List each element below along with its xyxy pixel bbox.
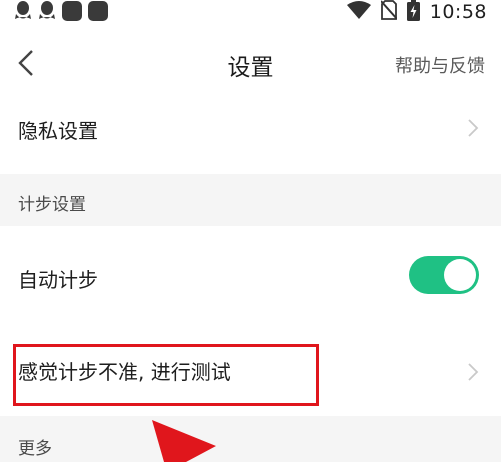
auto-step-label: 自动计步 [18, 268, 98, 292]
highlight-box [13, 344, 319, 406]
status-bar: 10:58 [0, 0, 501, 26]
privacy-settings-row[interactable]: 隐私设置 [0, 96, 501, 160]
system-icons: 10:58 [346, 0, 487, 25]
privacy-settings-label: 隐私设置 [18, 119, 98, 143]
chevron-right-icon [467, 118, 479, 138]
help-feedback-link[interactable]: 帮助与反馈 [395, 52, 485, 78]
section-header: 计步设置 [18, 195, 86, 215]
qq-icon [14, 1, 32, 21]
qq-icon [38, 1, 56, 21]
auto-step-row: 自动计步 [0, 226, 501, 326]
step-settings-section: 计步设置 [0, 174, 501, 226]
auto-step-toggle[interactable] [409, 256, 479, 294]
app-icon [88, 1, 108, 21]
section-header: 更多 [18, 439, 52, 459]
notification-icons [14, 0, 108, 22]
wifi-icon [346, 1, 371, 23]
red-arrow-icon [150, 418, 220, 462]
more-section: 更多 [0, 416, 501, 462]
chevron-right-icon [467, 362, 479, 382]
toggle-knob [444, 259, 476, 291]
nav-bar: 设置 帮助与反馈 [0, 32, 501, 94]
app-icon [62, 1, 82, 21]
battery-icon [406, 0, 420, 25]
status-time: 10:58 [429, 1, 487, 23]
no-sim-icon [379, 0, 398, 24]
